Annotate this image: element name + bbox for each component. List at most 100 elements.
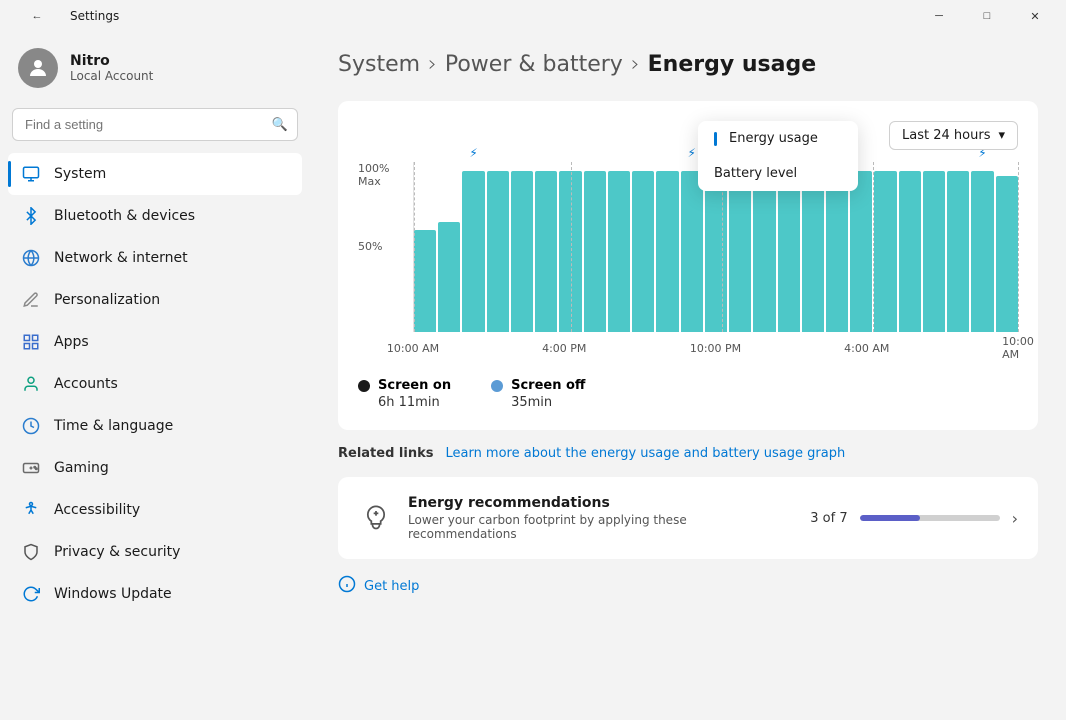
breadcrumb-sep2: › <box>631 52 640 77</box>
breadcrumb-sep1: › <box>428 52 437 77</box>
minimize-button[interactable]: ─ <box>916 0 962 32</box>
back-button[interactable]: ← <box>14 0 60 32</box>
recommendations-card[interactable]: Energy recommendations Lower your carbon… <box>338 477 1038 559</box>
bar <box>874 171 896 333</box>
legend-label-0: Screen on <box>378 378 451 393</box>
search-box-container: 🔍 <box>12 108 298 141</box>
legend-item-0: Screen on 6h 11min <box>358 378 451 410</box>
progress-bar <box>860 515 1000 521</box>
network-icon <box>20 247 42 269</box>
sidebar-item-label-gaming: Gaming <box>54 460 109 476</box>
gaming-icon <box>20 457 42 479</box>
app-body: Nitro Local Account 🔍 System Bluetooth &… <box>0 32 1066 720</box>
related-links-link[interactable]: Learn more about the energy usage and ba… <box>445 446 845 461</box>
bar <box>632 171 654 333</box>
bar <box>511 171 533 333</box>
sidebar-item-personalization[interactable]: Personalization <box>8 279 302 321</box>
bar <box>487 171 509 333</box>
chevron-down-icon: ▾ <box>998 128 1005 143</box>
bar <box>971 171 993 333</box>
titlebar: ← Settings ─ □ ✕ <box>0 0 1066 32</box>
breadcrumb: System › Power & battery › Energy usage <box>338 52 1038 77</box>
sidebar-item-system[interactable]: System <box>8 153 302 195</box>
y-label-max: 100%Max <box>358 162 413 188</box>
bar <box>996 176 1018 332</box>
bar <box>802 171 824 333</box>
progress-bar-fill <box>860 515 920 521</box>
update-icon <box>20 583 42 605</box>
sidebar-item-time[interactable]: Time & language <box>8 405 302 447</box>
breadcrumb-power[interactable]: Power & battery <box>445 52 623 77</box>
maximize-icon: □ <box>984 10 991 22</box>
user-name: Nitro <box>70 53 153 69</box>
bar-item <box>584 162 606 332</box>
sidebar-item-label-bluetooth: Bluetooth & devices <box>54 208 195 224</box>
bar <box>608 171 630 333</box>
accounts-icon <box>20 373 42 395</box>
get-help-label: Get help <box>364 579 419 594</box>
bluetooth-icon <box>20 205 42 227</box>
bar <box>559 171 581 333</box>
user-role: Local Account <box>70 69 153 83</box>
sidebar-item-apps[interactable]: Apps <box>8 321 302 363</box>
sidebar-item-accessibility[interactable]: Accessibility <box>8 489 302 531</box>
sidebar-item-privacy[interactable]: Privacy & security <box>8 531 302 573</box>
maximize-button[interactable]: □ <box>964 0 1010 32</box>
bar <box>414 230 436 332</box>
chart-grid-line <box>1018 162 1019 332</box>
bar <box>850 171 872 333</box>
search-input[interactable] <box>12 108 298 141</box>
bar <box>656 171 678 333</box>
sidebar-item-label-update: Windows Update <box>54 586 172 602</box>
related-links-section: Related links Learn more about the energ… <box>338 446 1038 461</box>
time-icon <box>20 415 42 437</box>
bar-item <box>511 162 533 332</box>
legend-value-1: 35min <box>511 395 585 410</box>
user-info: Nitro Local Account <box>70 53 153 83</box>
bar <box>947 171 969 333</box>
chart-card: Energy usageBattery level Last 24 hours … <box>338 101 1038 430</box>
bar-item <box>535 162 557 332</box>
bar <box>438 222 460 333</box>
privacy-icon <box>20 541 42 563</box>
bar-item <box>608 162 630 332</box>
minimize-icon: ─ <box>935 10 943 22</box>
accessibility-icon <box>20 499 42 521</box>
search-icon: 🔍 <box>272 117 288 132</box>
charging-icon: ⚡ <box>687 146 695 160</box>
sidebar: Nitro Local Account 🔍 System Bluetooth &… <box>0 32 310 720</box>
titlebar-title: Settings <box>70 9 119 23</box>
bar-item <box>414 162 436 332</box>
sidebar-item-accounts[interactable]: Accounts <box>8 363 302 405</box>
personalization-icon <box>20 289 42 311</box>
x-axis-label: 10:00 PM <box>690 342 741 355</box>
avatar <box>18 48 58 88</box>
sidebar-item-network[interactable]: Network & internet <box>8 237 302 279</box>
user-section: Nitro Local Account <box>8 32 302 108</box>
get-help-link[interactable]: Get help <box>338 575 1038 597</box>
x-axis-labels: 10:00 AM4:00 PM10:00 PM4:00 AM10:00 AM <box>413 334 1018 362</box>
time-range-label: Last 24 hours <box>902 128 990 143</box>
sidebar-item-bluetooth[interactable]: Bluetooth & devices <box>8 195 302 237</box>
sidebar-item-label-system: System <box>54 166 106 182</box>
bar <box>705 171 727 333</box>
sidebar-item-label-time: Time & language <box>54 418 173 434</box>
breadcrumb-system[interactable]: System <box>338 52 420 77</box>
y-label-50: 50% <box>358 240 413 253</box>
rec-progress-text: 3 of 7 <box>810 511 847 526</box>
menu-item-battery-level[interactable]: Battery level <box>698 156 858 191</box>
bar-item <box>947 162 969 332</box>
legend-dot-0 <box>358 380 370 392</box>
close-button[interactable]: ✕ <box>1012 0 1058 32</box>
bar-item: ⚡ <box>462 162 484 332</box>
sidebar-item-gaming[interactable]: Gaming <box>8 447 302 489</box>
menu-item-energy-usage[interactable]: Energy usage <box>698 121 858 156</box>
titlebar-left: ← Settings <box>14 0 119 32</box>
time-range-dropdown[interactable]: Last 24 hours ▾ <box>889 121 1018 150</box>
bar <box>753 171 775 333</box>
bar <box>535 171 557 333</box>
y-axis-labels: 100%Max 50% <box>358 162 413 332</box>
sidebar-item-update[interactable]: Windows Update <box>8 573 302 615</box>
related-links-label: Related links <box>338 446 433 461</box>
bar-item <box>874 162 896 332</box>
